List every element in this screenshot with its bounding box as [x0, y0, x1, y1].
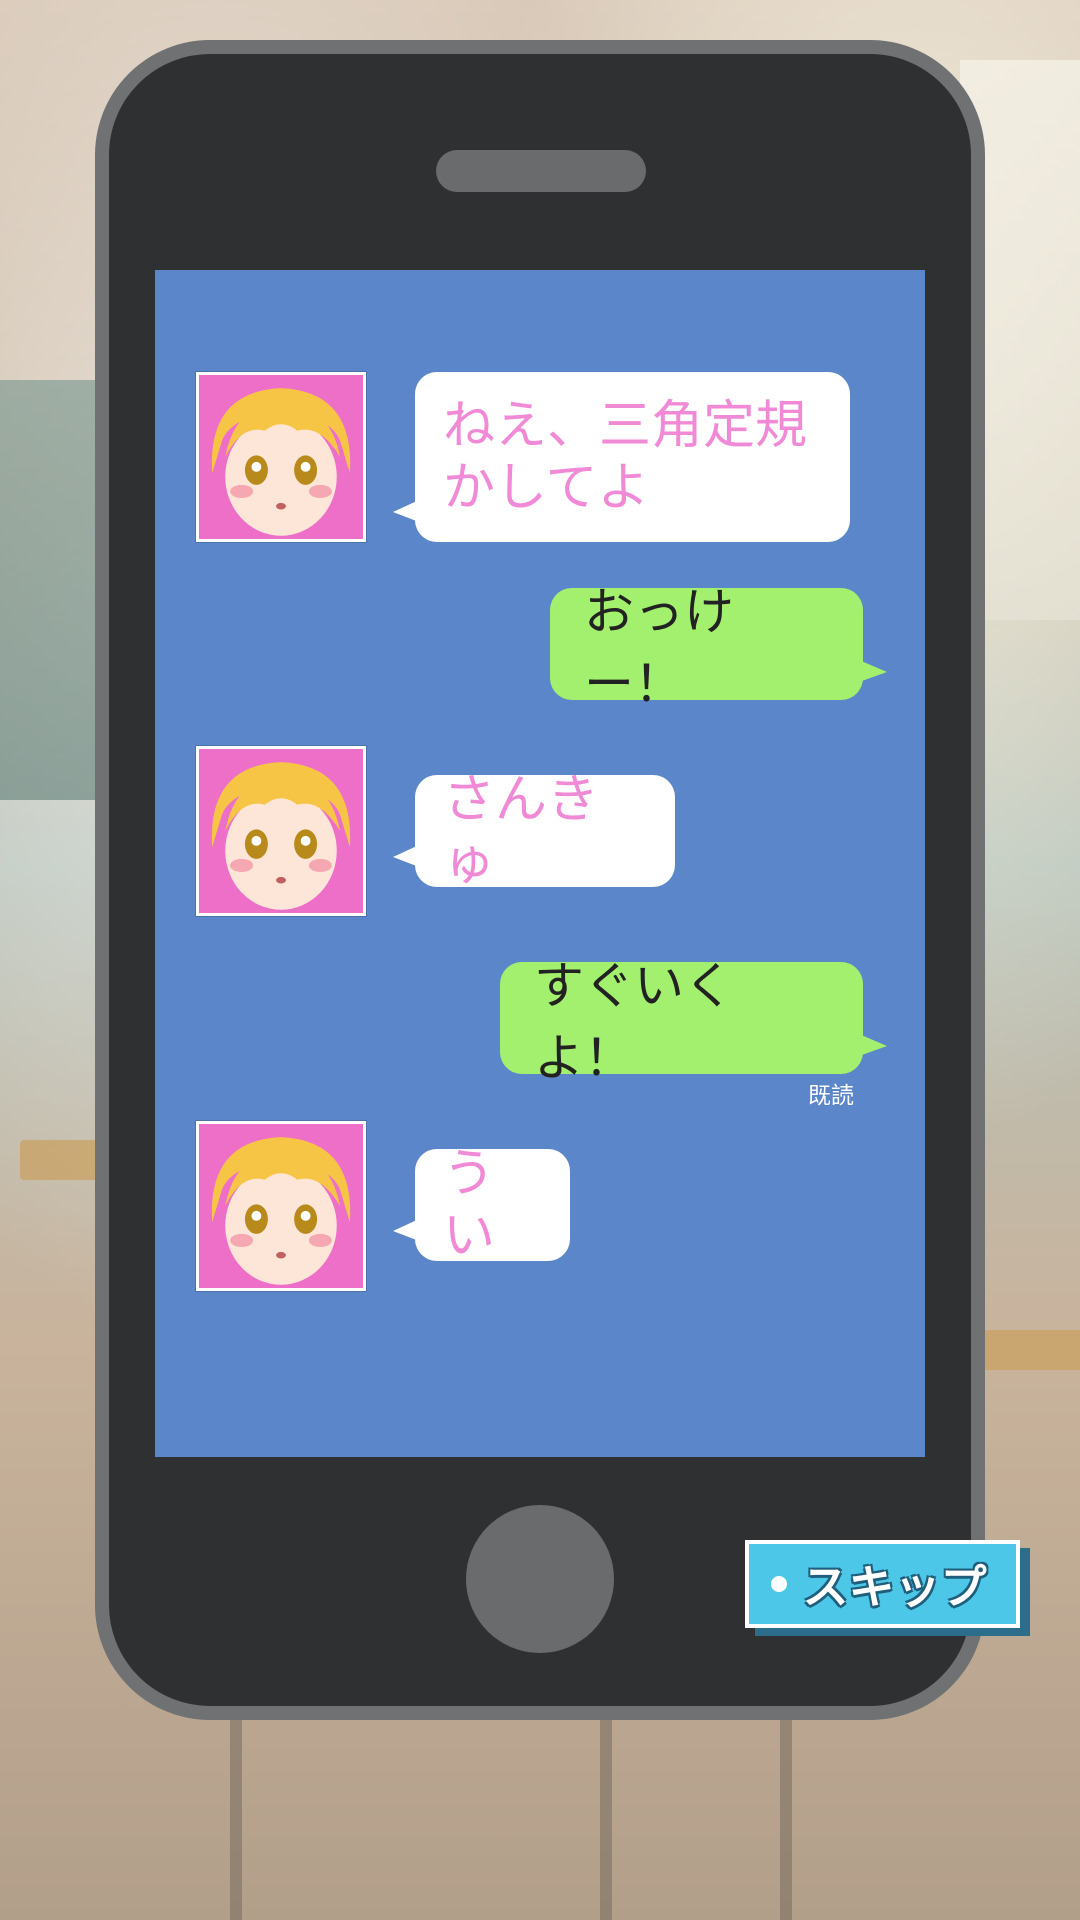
- skip-button[interactable]: スキップ: [745, 1540, 1020, 1628]
- my-message-bubble: おっけー！: [550, 583, 887, 713]
- friend-avatar: [196, 1121, 366, 1291]
- bubble-tail: [859, 1034, 887, 1056]
- bullet-icon: [771, 1576, 787, 1592]
- bubble-tail: [393, 1219, 419, 1241]
- friend-face-icon: [199, 749, 363, 913]
- read-receipt: 既読: [808, 1083, 854, 1109]
- friend-avatar: [196, 372, 366, 542]
- friend-message-bubble: ねえ、三角定規 かしてよ: [393, 372, 850, 542]
- friend-face-icon: [199, 1124, 363, 1288]
- message-text: さんきゅ: [443, 770, 600, 892]
- friend-face-icon: [199, 375, 363, 539]
- background-desk-leg: [780, 1700, 792, 1920]
- phone-home-button: [466, 1505, 614, 1653]
- bubble-tail: [393, 845, 419, 867]
- friend-message-bubble: さんきゅ: [393, 770, 675, 892]
- background-desk-leg: [600, 1700, 612, 1920]
- message-text: おっけー！: [584, 583, 734, 713]
- skip-button-label: スキップ: [802, 1560, 987, 1614]
- friend-avatar: [196, 746, 366, 916]
- bubble-tail: [393, 500, 419, 522]
- message-text: うい: [443, 1144, 496, 1266]
- my-message-bubble: すぐいくよ！: [500, 957, 887, 1087]
- message-text: ねえ、三角定規 かしてよ: [443, 396, 808, 518]
- phone-speaker: [436, 150, 646, 192]
- friend-message-bubble: うい: [393, 1144, 570, 1266]
- bubble-tail: [859, 660, 887, 682]
- message-text: すぐいくよ！: [534, 957, 734, 1087]
- background-desk-leg: [230, 1700, 242, 1920]
